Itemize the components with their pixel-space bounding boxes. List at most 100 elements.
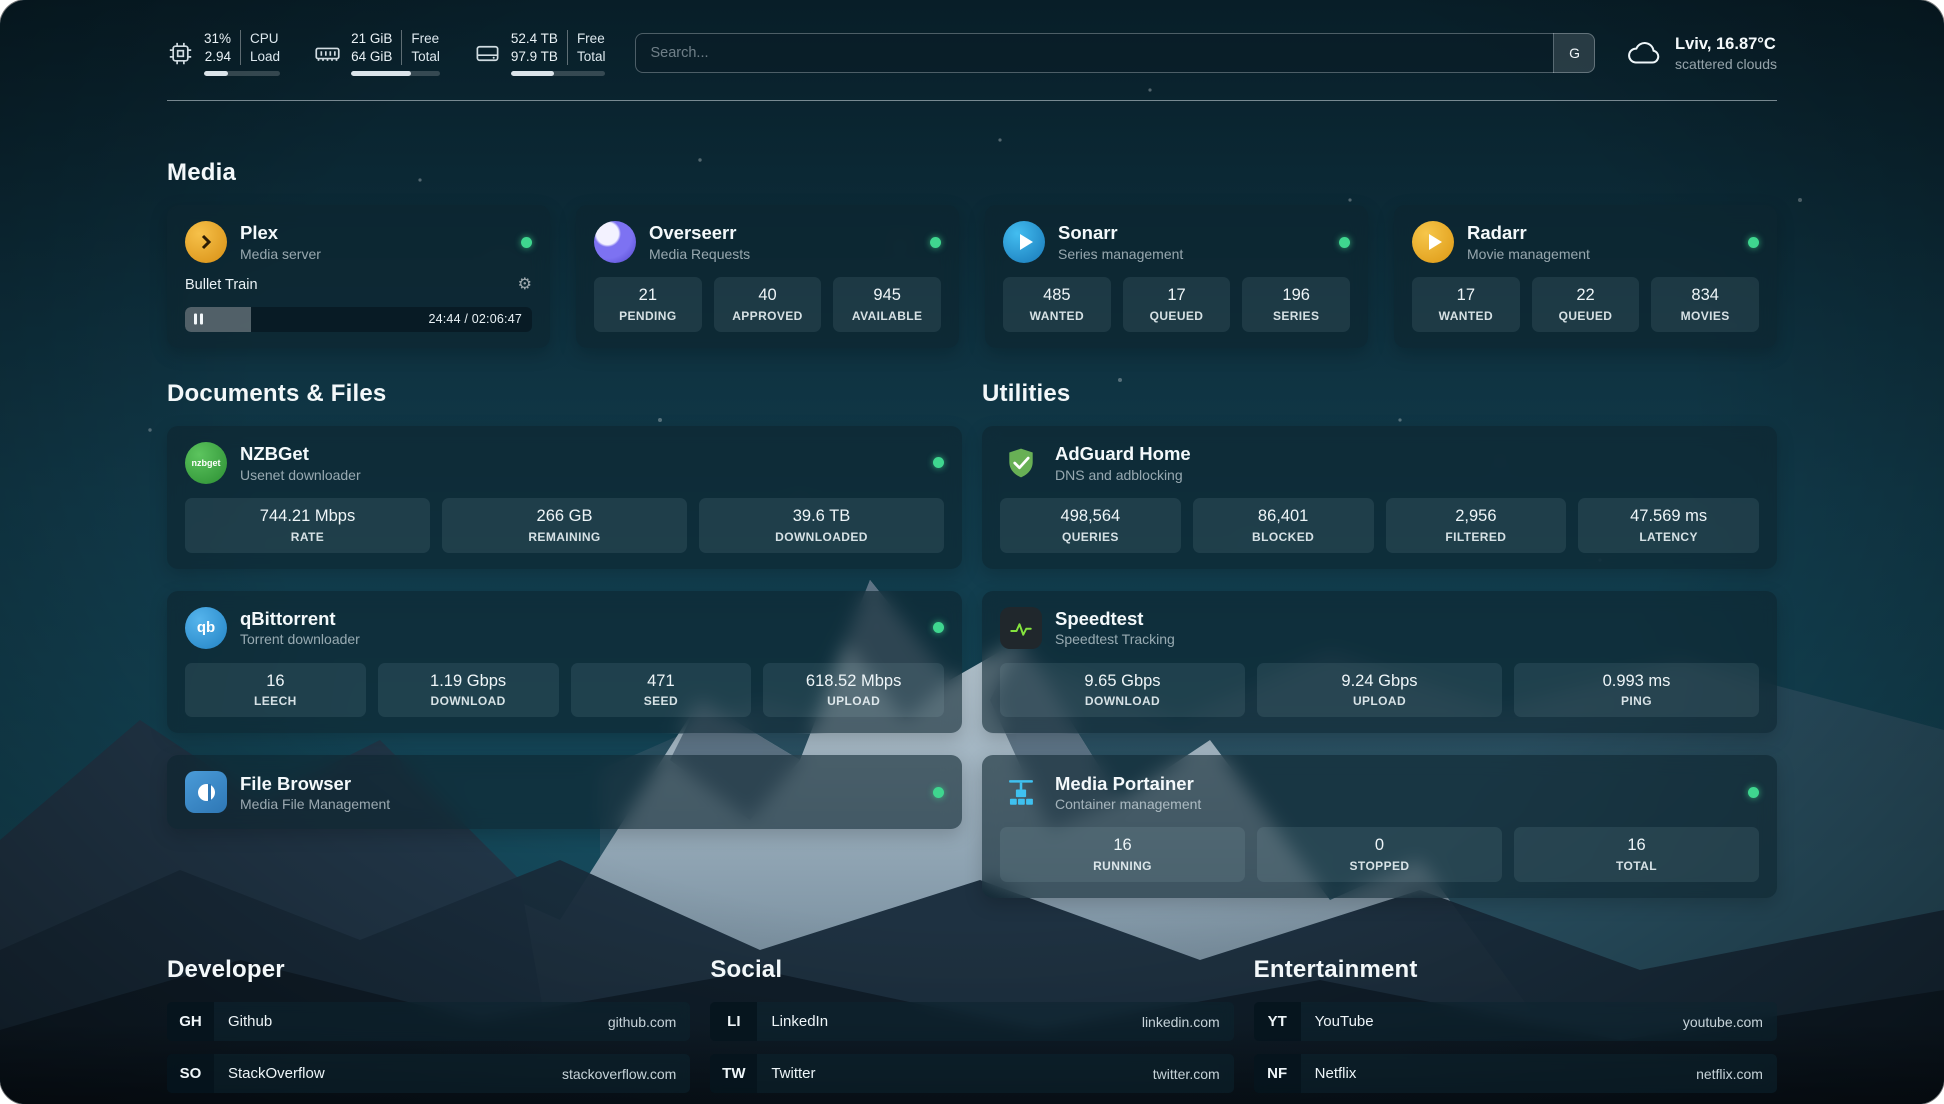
memory-bar xyxy=(351,71,440,76)
stat-box: 0.993 ms PING xyxy=(1514,663,1759,718)
bookmark-netflix[interactable]: NF Netflix netflix.com xyxy=(1254,1054,1777,1093)
stat-box: 17 WANTED xyxy=(1412,277,1520,332)
section-documents: Documents & Files nzbget NZBGet Usenet d… xyxy=(167,380,962,830)
radarr-card[interactable]: Radarr Movie management 17 WANTED 22 QUE… xyxy=(1394,205,1777,348)
stat-value: 0 xyxy=(1263,836,1496,856)
stat-value: 945 xyxy=(839,286,935,306)
service-name: Radarr xyxy=(1467,222,1590,243)
stat-value: 471 xyxy=(577,672,746,692)
stat-label: UPLOAD xyxy=(769,694,938,708)
stat-label: AVAILABLE xyxy=(839,309,935,323)
stat-label: PING xyxy=(1520,694,1753,708)
cpu-load-label: Load xyxy=(250,48,280,66)
stat-value: 16 xyxy=(1006,836,1239,856)
stat-box: 0 STOPPED xyxy=(1257,827,1502,882)
nzbget-card[interactable]: nzbget NZBGet Usenet downloader 744.21 M… xyxy=(167,426,962,569)
resource-widgets: 31% 2.94 CPU Load xyxy=(167,30,605,76)
service-subtitle: Speedtest Tracking xyxy=(1055,631,1175,647)
service-subtitle: Series management xyxy=(1058,246,1183,262)
memory-free-label: Free xyxy=(411,30,440,48)
pause-icon[interactable] xyxy=(194,314,203,325)
stat-value: 1.19 Gbps xyxy=(384,672,553,692)
plex-progress-bar[interactable]: 24:44 / 02:06:47 xyxy=(185,307,532,332)
status-dot xyxy=(521,237,532,248)
adguard-card[interactable]: AdGuard Home DNS and adblocking 498,564 … xyxy=(982,426,1777,569)
stat-label: LATENCY xyxy=(1584,530,1753,544)
section-title-entertainment: Entertainment xyxy=(1254,956,1777,984)
cpu-label: CPU xyxy=(250,30,280,48)
weather-condition: scattered clouds xyxy=(1675,56,1777,72)
section-entertainment: Entertainment YT YouTube youtube.com NF … xyxy=(1254,956,1777,1104)
stat-value: 17 xyxy=(1129,286,1225,306)
gear-icon[interactable]: ⚙ xyxy=(518,277,532,293)
stat-value: 266 GB xyxy=(448,507,681,527)
search-provider-button[interactable]: G xyxy=(1553,33,1595,73)
stat-box: 834 MOVIES xyxy=(1651,277,1759,332)
stat-value: 498,564 xyxy=(1006,507,1175,527)
stat-label: RUNNING xyxy=(1006,859,1239,873)
stat-label: DOWNLOAD xyxy=(384,694,553,708)
bookmark-github[interactable]: GH Github github.com xyxy=(167,1002,690,1041)
stat-value: 40 xyxy=(720,286,816,306)
stat-label: STOPPED xyxy=(1263,859,1496,873)
stat-value: 21 xyxy=(600,286,696,306)
stat-value: 17 xyxy=(1418,286,1514,306)
overseerr-card[interactable]: Overseerr Media Requests 21 PENDING 40 A… xyxy=(576,205,959,348)
sonarr-card[interactable]: Sonarr Series management 485 WANTED 17 Q… xyxy=(985,205,1368,348)
status-dot xyxy=(933,622,944,633)
topbar: 31% 2.94 CPU Load xyxy=(167,30,1777,76)
bookmark-url: twitter.com xyxy=(1153,1066,1220,1082)
stat-value: 485 xyxy=(1009,286,1105,306)
stat-box: 196 SERIES xyxy=(1242,277,1350,332)
section-title-developer: Developer xyxy=(167,956,690,984)
service-name: Speedtest xyxy=(1055,608,1175,629)
stat-box: 17 QUEUED xyxy=(1123,277,1231,332)
disk-bar xyxy=(511,71,606,76)
stat-label: RATE xyxy=(191,530,424,544)
memory-total-label: Total xyxy=(411,48,440,66)
bookmark-twitter[interactable]: TW Twitter twitter.com xyxy=(710,1054,1233,1093)
plex-icon xyxy=(185,221,227,263)
cpu-icon xyxy=(167,40,194,67)
portainer-card[interactable]: Media Portainer Container management 16 … xyxy=(982,755,1777,898)
stat-label: QUEUED xyxy=(1538,309,1634,323)
status-dot xyxy=(933,457,944,468)
stat-value: 2,956 xyxy=(1392,507,1561,527)
sonarr-icon xyxy=(1003,221,1045,263)
nzbget-icon: nzbget xyxy=(185,442,227,484)
bookmark-url: linkedin.com xyxy=(1142,1014,1220,1030)
stat-value: 22 xyxy=(1538,286,1634,306)
stat-label: REMAINING xyxy=(448,530,681,544)
service-name: qBittorrent xyxy=(240,608,360,629)
bookmark-youtube[interactable]: YT YouTube youtube.com xyxy=(1254,1002,1777,1041)
service-name: Sonarr xyxy=(1058,222,1183,243)
bookmark-stackoverflow[interactable]: SO StackOverflow stackoverflow.com xyxy=(167,1054,690,1093)
bookmark-name: Github xyxy=(228,1013,272,1030)
speedtest-card[interactable]: Speedtest Speedtest Tracking 9.65 Gbps D… xyxy=(982,591,1777,734)
portainer-icon xyxy=(1000,771,1042,813)
stat-value: 16 xyxy=(1520,836,1753,856)
bookmark-abbr: NF xyxy=(1254,1054,1301,1093)
bookmark-name: Twitter xyxy=(771,1065,815,1082)
bookmark-linkedin[interactable]: LI LinkedIn linkedin.com xyxy=(710,1002,1233,1041)
section-developer: Developer GH Github github.com SO StackO… xyxy=(167,956,690,1104)
plex-card[interactable]: Plex Media server Bullet Train ⚙ 24:44 /… xyxy=(167,205,550,348)
service-name: Plex xyxy=(240,222,321,243)
status-dot xyxy=(1748,787,1759,798)
section-title-media: Media xyxy=(167,159,1777,187)
stat-box: 47.569 ms LATENCY xyxy=(1578,498,1759,553)
search-input[interactable] xyxy=(635,33,1595,73)
stat-label: BLOCKED xyxy=(1199,530,1368,544)
playback-time: 24:44 / 02:06:47 xyxy=(428,312,522,326)
radarr-icon xyxy=(1412,221,1454,263)
service-subtitle: Media Requests xyxy=(649,246,750,262)
filebrowser-card[interactable]: File Browser Media File Management xyxy=(167,755,962,829)
qbittorrent-card[interactable]: qb qBittorrent Torrent downloader 16 LEE… xyxy=(167,591,962,734)
cloud-icon xyxy=(1625,38,1663,68)
bookmark-name: Netflix xyxy=(1315,1065,1357,1082)
bookmark-name: StackOverflow xyxy=(228,1065,325,1082)
bookmark-abbr: GH xyxy=(167,1002,214,1041)
service-subtitle: DNS and adblocking xyxy=(1055,467,1191,483)
bookmark-url: github.com xyxy=(608,1014,676,1030)
stat-label: PENDING xyxy=(600,309,696,323)
